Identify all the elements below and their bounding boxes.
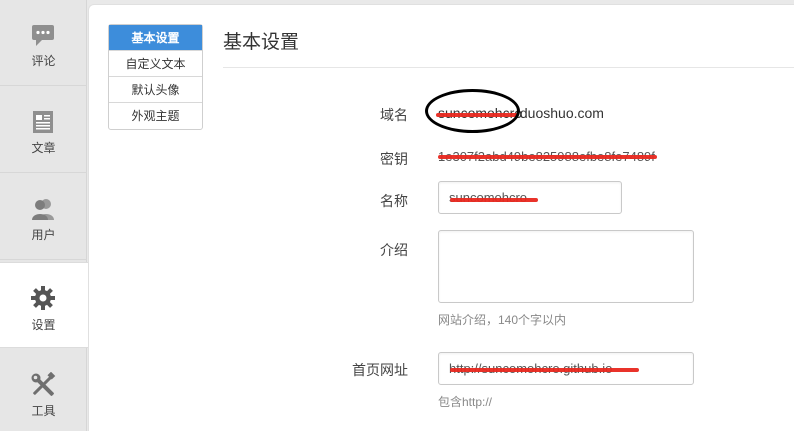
rail-item-articles[interactable]: 文章 bbox=[0, 87, 87, 173]
subtab-default-avatar[interactable]: 默认头像 bbox=[109, 77, 202, 103]
key-redaction-mark bbox=[438, 155, 657, 159]
settings-subtabs: 基本设置 自定义文本 默认头像 外观主题 bbox=[108, 24, 203, 130]
users-icon bbox=[32, 199, 54, 220]
gear-icon bbox=[31, 286, 55, 310]
article-icon bbox=[33, 111, 53, 133]
subtab-basic[interactable]: 基本设置 bbox=[109, 25, 202, 51]
tools-icon bbox=[31, 372, 56, 396]
home-url-redaction-mark bbox=[450, 368, 639, 372]
left-nav-rail: 评论 文章 用户 设置 工具 bbox=[0, 0, 88, 431]
intro-hint: 网站介绍，140个字以内 bbox=[438, 313, 567, 327]
home-url-label: 首页网址 bbox=[352, 362, 408, 378]
home-url-hint: 包含http:// bbox=[438, 395, 493, 409]
subtab-theme[interactable]: 外观主题 bbox=[109, 103, 202, 129]
settings-panel: 基本设置 自定义文本 默认头像 外观主题 基本设置 域名 suncomohcro… bbox=[88, 4, 794, 431]
rail-item-label: 文章 bbox=[31, 141, 56, 155]
rail-item-label: 用户 bbox=[31, 228, 56, 242]
name-label: 名称 bbox=[380, 193, 408, 209]
rail-item-label: 评论 bbox=[31, 54, 56, 68]
rail-item-settings[interactable]: 设置 bbox=[0, 262, 88, 348]
domain-label: 域名 bbox=[380, 107, 408, 123]
intro-label: 介绍 bbox=[380, 242, 408, 258]
intro-textarea[interactable] bbox=[438, 230, 694, 303]
name-redaction-mark bbox=[450, 198, 538, 202]
subtab-custom-text[interactable]: 自定义文本 bbox=[109, 51, 202, 77]
app-root: 评论 文章 用户 设置 工具 基本设置 自定义文本 默认头像 外观主题 基本设置… bbox=[0, 0, 794, 431]
key-label: 密钥 bbox=[380, 151, 408, 167]
rail-item-label: 设置 bbox=[31, 318, 56, 332]
title-divider bbox=[223, 67, 794, 68]
rail-item-label: 工具 bbox=[31, 404, 56, 418]
rail-item-tools[interactable]: 工具 bbox=[0, 350, 87, 431]
domain-suffix: .duoshuo.com bbox=[516, 105, 604, 121]
page-title: 基本设置 bbox=[223, 32, 300, 53]
comment-icon bbox=[32, 25, 54, 46]
domain-annotation-circle bbox=[425, 89, 520, 133]
rail-item-comments[interactable]: 评论 bbox=[0, 0, 87, 86]
rail-item-users[interactable]: 用户 bbox=[0, 174, 87, 260]
